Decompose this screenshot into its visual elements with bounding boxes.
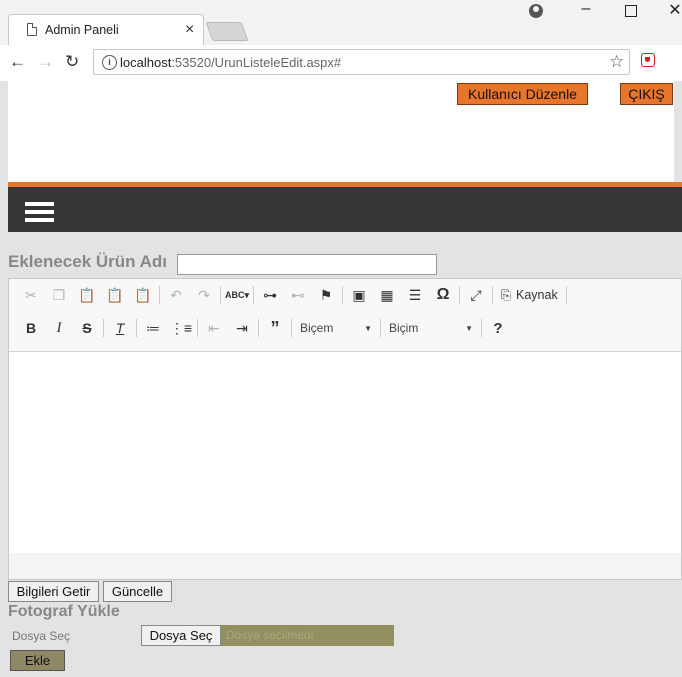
chevron-down-icon: ▼ [364,323,372,333]
user-edit-button[interactable]: Kullanıcı Düzenle [457,83,588,105]
editor-toolbar-1: ✂ ❐ 📋 📋 📋 ↶ ↷ ABC▾ ⊶ ⊷ ⚑ ▣ ▦ ☰ Ω ⤢ ⎘ Kay… [17,282,569,308]
copy-icon[interactable]: ❐ [45,283,73,307]
toolbar-separator [565,286,567,304]
paste-icon[interactable]: 📋 [73,283,101,307]
browser-tab-strip: Admin Paneli × – ✕ [0,0,682,45]
source-label: Kaynak [516,288,558,302]
source-button[interactable]: ⎘ Kaynak [495,288,564,303]
numbered-list-icon[interactable]: ≔ [139,316,167,340]
outdent-icon[interactable]: ⇤ [200,316,228,340]
page-body: Kullanıcı Düzenle ÇIKIŞ Eklenecek Ürün A… [0,81,682,677]
chevron-down-icon: ▼ [465,323,473,333]
unlink-icon[interactable]: ⊷ [284,283,312,307]
hamburger-menu-icon[interactable] [25,202,54,226]
maximize-editor-icon[interactable]: ⤢ [462,283,490,307]
window-close-icon[interactable]: ✕ [664,0,682,20]
add-button[interactable]: Ekle [10,650,65,671]
page-icon [27,23,37,36]
toolbar-separator [342,286,343,304]
browser-tab[interactable]: Admin Paneli × [8,14,204,45]
browser-menu-icon[interactable]: ⋮ [676,52,682,69]
style-combo-label: Biçem [300,321,334,335]
file-label: Dosya Seç [12,629,71,643]
url-host: localhost [120,55,172,70]
special-char-icon[interactable]: Ω [429,283,457,307]
remove-format-icon[interactable]: T [106,316,134,340]
toolbar-separator [481,319,482,337]
info-icon[interactable]: i [102,55,117,70]
image-icon[interactable]: ▣ [345,283,373,307]
choose-file-button[interactable]: Dosya Seç [141,625,221,646]
strike-icon[interactable]: S [73,316,101,340]
table-icon[interactable]: ▦ [373,283,401,307]
toolbar-separator [258,319,259,337]
tab-close-icon[interactable]: × [185,21,194,39]
page-container: Kullanıcı Düzenle ÇIKIŞ Eklenecek Ürün A… [8,81,682,677]
reload-icon[interactable]: ↻ [65,52,79,72]
link-icon[interactable]: ⊶ [256,283,284,307]
file-status-text: Dosya seçilmedi [221,625,394,646]
toolbar-separator [197,319,198,337]
fetch-info-button[interactable]: Bilgileri Getir [8,581,99,602]
browser-toolbar: ← → ↻ i localhost:53520/UrunListeleEdit.… [0,45,682,82]
toolbar-separator [380,319,381,337]
cut-icon[interactable]: ✂ [17,283,45,307]
bold-icon[interactable]: B [17,316,45,340]
photo-upload-title: Fotograf Yükle [8,603,120,620]
tab-title: Admin Paneli [45,23,119,37]
toolbar-separator [103,319,104,337]
toolbar-separator [136,319,137,337]
blockquote-icon[interactable]: ” [261,316,289,340]
redo-icon[interactable]: ↷ [190,283,218,307]
indent-icon[interactable]: ⇥ [228,316,256,340]
paste-word-icon[interactable]: 📋 [129,283,157,307]
editor-status-bar [9,553,681,579]
undo-icon[interactable]: ↶ [162,283,190,307]
toolbar-separator [492,286,493,304]
bulleted-list-icon[interactable]: ⋮≡ [167,316,195,340]
help-icon[interactable]: ? [484,316,512,340]
nav-bar [8,187,682,232]
product-name-label: Eklenecek Ürün Adı [8,252,168,271]
format-combo-label: Biçim [389,321,419,335]
url-text: localhost:53520/UrunListeleEdit.aspx# [120,55,341,70]
toolbar-separator [459,286,460,304]
profile-icon[interactable] [529,4,543,18]
new-tab-button[interactable] [205,22,249,41]
source-icon: ⎘ [501,287,512,302]
rich-text-editor: ✂ ❐ 📋 📋 📋 ↶ ↷ ABC▾ ⊶ ⊷ ⚑ ▣ ▦ ☰ Ω ⤢ ⎘ Kay… [8,278,682,580]
update-button[interactable]: Güncelle [103,581,172,602]
back-icon[interactable]: ← [9,52,26,72]
format-combo[interactable]: Biçim ▼ [383,317,479,339]
style-combo[interactable]: Biçem ▼ [294,317,378,339]
editor-content-area[interactable] [9,351,681,554]
logout-button[interactable]: ÇIKIŞ [620,83,673,105]
forward-icon[interactable]: → [37,52,54,72]
anchor-icon[interactable]: ⚑ [312,283,340,307]
maximize-icon[interactable] [625,5,637,17]
toolbar-separator [220,286,221,304]
toolbar-separator [159,286,160,304]
minimize-icon[interactable]: – [575,0,597,18]
extension-icon[interactable] [641,53,655,67]
editor-toolbar-2: B I S T ≔ ⋮≡ ⇤ ⇥ ” Biçem ▼ Biçim ▼ ? [17,315,512,341]
address-bar[interactable]: i localhost:53520/UrunListeleEdit.aspx# … [93,49,630,75]
paste-text-icon[interactable]: 📋 [101,283,129,307]
product-name-input[interactable] [177,254,437,275]
spellcheck-icon[interactable]: ABC▾ [223,283,251,307]
toolbar-separator [253,286,254,304]
bookmark-star-icon[interactable]: ☆ [609,52,624,72]
url-path: :53520/UrunListeleEdit.aspx# [171,55,342,70]
toolbar-separator [291,319,292,337]
horizontal-rule-icon[interactable]: ☰ [401,283,429,307]
italic-icon[interactable]: I [45,316,73,340]
